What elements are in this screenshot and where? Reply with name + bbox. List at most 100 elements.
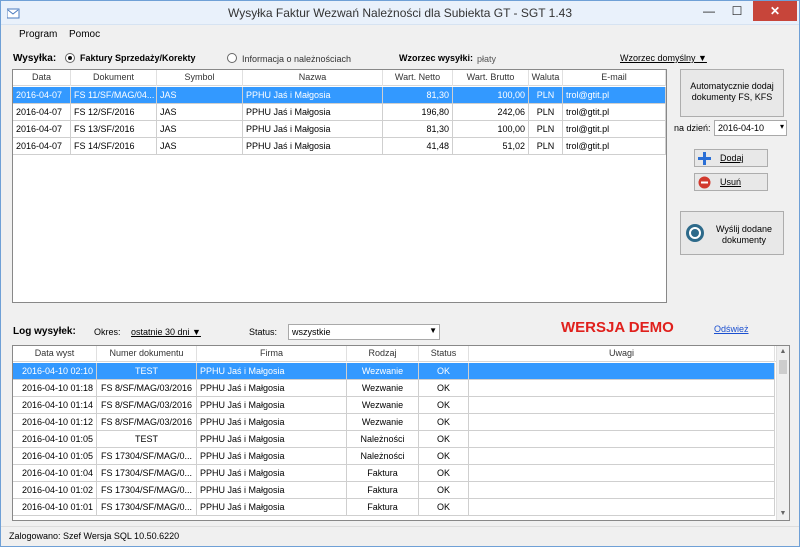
log-cell-status: OK xyxy=(419,448,469,464)
docs-cell-net: 41,48 xyxy=(383,138,453,154)
log-cell-type: Wezwanie xyxy=(347,414,419,430)
calendar-icon[interactable]: ▾ xyxy=(780,122,784,131)
log-table-row[interactable]: 2016-04-10 01:02 FS 17304/SF/MAG/0... PPHU… xyxy=(13,482,775,499)
log-col-header[interactable]: Firma xyxy=(197,346,347,362)
refresh-link[interactable]: Odśwież xyxy=(714,324,749,334)
maximize-button[interactable]: ☐ xyxy=(723,1,751,21)
docs-table-row[interactable]: 2016-04-07 FS 11/SF/MAG/04... JAS PPHU Jaś … xyxy=(13,87,666,104)
log-cell-status: OK xyxy=(419,431,469,447)
docs-col-header[interactable]: Wart. Brutto xyxy=(453,70,529,86)
log-col-header[interactable]: Data wyst xyxy=(13,346,97,362)
log-cell-type: Wezwanie xyxy=(347,380,419,396)
radio-invoices[interactable] xyxy=(65,53,75,63)
docs-col-header[interactable]: Symbol xyxy=(157,70,243,86)
radio-info[interactable] xyxy=(227,53,237,63)
docs-cell-symbol: JAS xyxy=(157,121,243,137)
template-value: płaty xyxy=(477,54,497,64)
log-table-row[interactable]: 2016-04-10 01:18 FS 8/SF/MAG/03/2016 PPHU … xyxy=(13,380,775,397)
status-label: Status: xyxy=(249,327,278,337)
log-cell-notes xyxy=(469,465,775,481)
docs-col-header[interactable]: Waluta xyxy=(529,70,563,86)
docs-cell-date: 2016-04-07 xyxy=(13,104,71,120)
log-col-header[interactable]: Uwagi xyxy=(469,346,775,362)
template-default-dropdown[interactable]: Wzorzec domyślny ▼ xyxy=(620,53,707,63)
log-table-row[interactable]: 2016-04-10 01:01 FS 17304/SF/MAG/0... PPHU… xyxy=(13,499,775,516)
docs-col-header[interactable]: Wart. Netto xyxy=(383,70,453,86)
auto-add-button[interactable]: Automatycznie dodaj dokumenty FS, KFS xyxy=(680,69,784,117)
log-scrollbar[interactable]: ▲ ▼ xyxy=(776,346,789,520)
docs-cell-gross: 51,02 xyxy=(453,138,529,154)
docs-table-row[interactable]: 2016-04-07 FS 13/SF/2016 JAS PPHU Jaś i Mał… xyxy=(13,121,666,138)
log-cell-status: OK xyxy=(419,499,469,515)
date-value: 2016-04-10 xyxy=(718,123,765,133)
log-cell-date: 2016-04-10 02:10 xyxy=(13,363,97,379)
period-dropdown[interactable]: ostatnie 30 dni ▼ xyxy=(131,327,201,337)
log-cell-num: FS 17304/SF/MAG/0... xyxy=(97,499,197,515)
docs-cell-doc: FS 14/SF/2016 xyxy=(71,138,157,154)
log-cell-type: Należności xyxy=(347,448,419,464)
log-table-row[interactable]: 2016-04-10 01:14 FS 8/SF/MAG/03/2016 PPHU … xyxy=(13,397,775,414)
minimize-button[interactable]: — xyxy=(695,1,723,21)
docs-cell-name: PPHU Jaś i Małgosia xyxy=(243,121,383,137)
log-cell-firm: PPHU Jaś i Małgosia xyxy=(197,499,347,515)
log-cell-num: TEST xyxy=(97,363,197,379)
log-table-row[interactable]: 2016-04-10 01:05 TEST PPHU Jaś i Małgosia N… xyxy=(13,431,775,448)
radio-info-label[interactable]: Informacja o należnościach xyxy=(242,54,351,64)
log-col-header[interactable]: Status xyxy=(419,346,469,362)
docs-col-header[interactable]: Nazwa xyxy=(243,70,383,86)
docs-col-header[interactable]: E-mail xyxy=(563,70,666,86)
log-table-row[interactable]: 2016-04-10 02:10 TEST PPHU Jaś i Małgosia W… xyxy=(13,363,775,380)
log-cell-firm: PPHU Jaś i Małgosia xyxy=(197,397,347,413)
period-label: Okres: xyxy=(94,327,121,337)
documents-grid[interactable]: Data Dokument Symbol Nazwa Wart. Netto Wart. … xyxy=(12,69,667,303)
docs-cell-cur: PLN xyxy=(529,104,563,120)
send-mail-icon xyxy=(686,224,704,242)
menu-bar: Program Pomoc xyxy=(1,26,799,43)
log-cell-firm: PPHU Jaś i Małgosia xyxy=(197,414,347,430)
log-col-header[interactable]: Numer dokumentu xyxy=(97,346,197,362)
plus-icon xyxy=(698,152,711,165)
docs-cell-email: trol@gtit.pl xyxy=(563,104,666,120)
docs-cell-name: PPHU Jaś i Małgosia xyxy=(243,104,383,120)
docs-cell-doc: FS 12/SF/2016 xyxy=(71,104,157,120)
log-cell-date: 2016-04-10 01:05 xyxy=(13,431,97,447)
log-cell-notes xyxy=(469,499,775,515)
log-cell-notes xyxy=(469,363,775,379)
log-cell-num: FS 17304/SF/MAG/0... xyxy=(97,448,197,464)
log-cell-date: 2016-04-10 01:02 xyxy=(13,482,97,498)
log-cell-firm: PPHU Jaś i Małgosia xyxy=(197,448,347,464)
log-grid[interactable]: Data wyst Numer dokumentu Firma Rodzaj Statu… xyxy=(12,345,790,521)
log-cell-num: FS 8/SF/MAG/03/2016 xyxy=(97,397,197,413)
docs-col-header[interactable]: Data xyxy=(13,70,71,86)
log-cell-num: FS 8/SF/MAG/03/2016 xyxy=(97,414,197,430)
log-table-row[interactable]: 2016-04-10 01:04 FS 17304/SF/MAG/0... PPHU… xyxy=(13,465,775,482)
radio-invoices-label[interactable]: Faktury Sprzedaży/Korekty xyxy=(80,53,196,63)
send-button[interactable]: Wyślij dodane dokumenty xyxy=(680,211,784,255)
menu-program[interactable]: Program xyxy=(19,29,57,40)
docs-table-row[interactable]: 2016-04-07 FS 14/SF/2016 JAS PPHU Jaś i Mał… xyxy=(13,138,666,155)
status-select[interactable]: wszystkie ▼ xyxy=(288,324,440,340)
close-button[interactable]: ✕ xyxy=(753,1,797,21)
add-button[interactable]: Dodaj xyxy=(694,149,768,167)
docs-cell-email: trol@gtit.pl xyxy=(563,87,666,103)
log-cell-type: Wezwanie xyxy=(347,397,419,413)
date-picker[interactable]: 2016-04-10 ▾ xyxy=(714,120,787,136)
docs-cell-name: PPHU Jaś i Małgosia xyxy=(243,138,383,154)
docs-table-row[interactable]: 2016-04-07 FS 12/SF/2016 JAS PPHU Jaś i Mał… xyxy=(13,104,666,121)
scroll-down-icon[interactable]: ▼ xyxy=(777,508,789,520)
log-cell-num: FS 8/SF/MAG/03/2016 xyxy=(97,380,197,396)
remove-button[interactable]: Usuń xyxy=(694,173,768,191)
docs-cell-gross: 100,00 xyxy=(453,87,529,103)
remove-icon xyxy=(698,176,711,189)
log-table-row[interactable]: 2016-04-10 01:12 FS 8/SF/MAG/03/2016 PPHU … xyxy=(13,414,775,431)
scroll-thumb[interactable] xyxy=(779,360,787,374)
menu-help[interactable]: Pomoc xyxy=(69,29,100,40)
log-table-row[interactable]: 2016-04-10 01:05 FS 17304/SF/MAG/0... PPHU… xyxy=(13,448,775,465)
log-cell-status: OK xyxy=(419,465,469,481)
log-col-header[interactable]: Rodzaj xyxy=(347,346,419,362)
docs-col-header[interactable]: Dokument xyxy=(71,70,157,86)
scroll-up-icon[interactable]: ▲ xyxy=(777,346,789,358)
date-label: na dzień: xyxy=(674,123,711,133)
chevron-down-icon: ▼ xyxy=(429,326,437,335)
log-cell-firm: PPHU Jaś i Małgosia xyxy=(197,465,347,481)
